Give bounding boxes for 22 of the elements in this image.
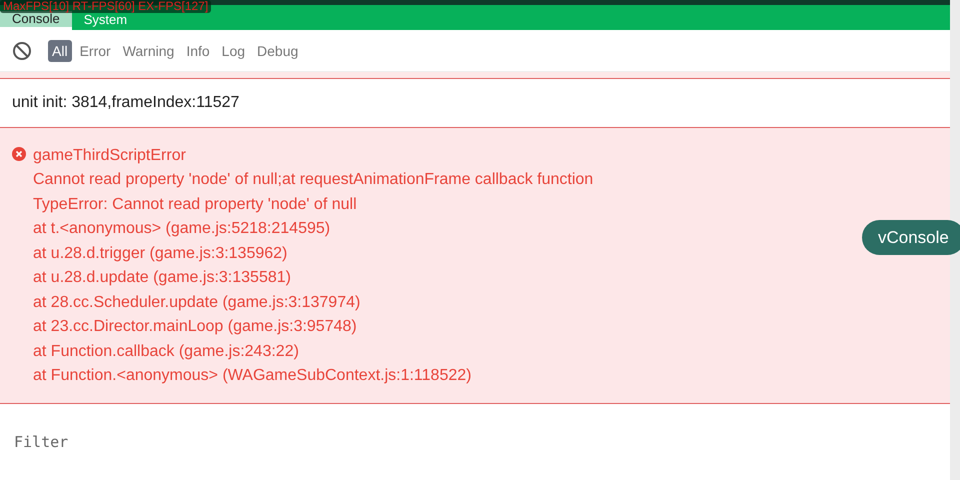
scrollbar[interactable]	[950, 0, 960, 480]
filter-tab[interactable]: All	[48, 40, 72, 62]
log-line: TypeError: Cannot read property 'node' of null	[33, 194, 358, 215]
log-line: at 23.cc.Director.mainLoop (game.js:3:95748)	[33, 317, 358, 338]
log-line: at 28.cc.Scheduler.update (game.js:3:137974)	[33, 292, 362, 313]
filter-tab[interactable]: Info	[182, 40, 214, 62]
clear-icon[interactable]	[12, 40, 32, 61]
log-line: at Function.<anonymous> (WAGameSubContext.js:1:118522)	[33, 366, 472, 386]
filter-tab[interactable]: Debug	[253, 40, 302, 62]
error-icon	[12, 146, 26, 161]
log-line: at u.28.d.update (game.js:3:135581)	[33, 268, 292, 288]
filter-tab[interactable]: Log	[218, 40, 250, 62]
log-line: at u.28.d.trigger (game.js:3:135962)	[33, 244, 288, 264]
filter-tab[interactable]: Error	[76, 40, 115, 62]
vconsole-button[interactable]: vConsole	[862, 220, 960, 255]
log-line: at t.<anonymous> (game.js:5218:214595)	[33, 219, 332, 240]
log-line: gameThirdScriptError	[33, 146, 187, 166]
log-line: Cannot read property 'node' of null;at requestAnimationFrame callback function	[33, 170, 594, 190]
log-line: at Function.callback (game.js:243:22)	[33, 342, 300, 362]
fps-overlay: MaxFPS[10] RT-FPS[60] EX-FPS[127]	[0, 0, 212, 13]
filter-tab[interactable]: Warning	[118, 40, 178, 62]
log-line: unit init: 3814,frameIndex:11527	[12, 92, 240, 113]
